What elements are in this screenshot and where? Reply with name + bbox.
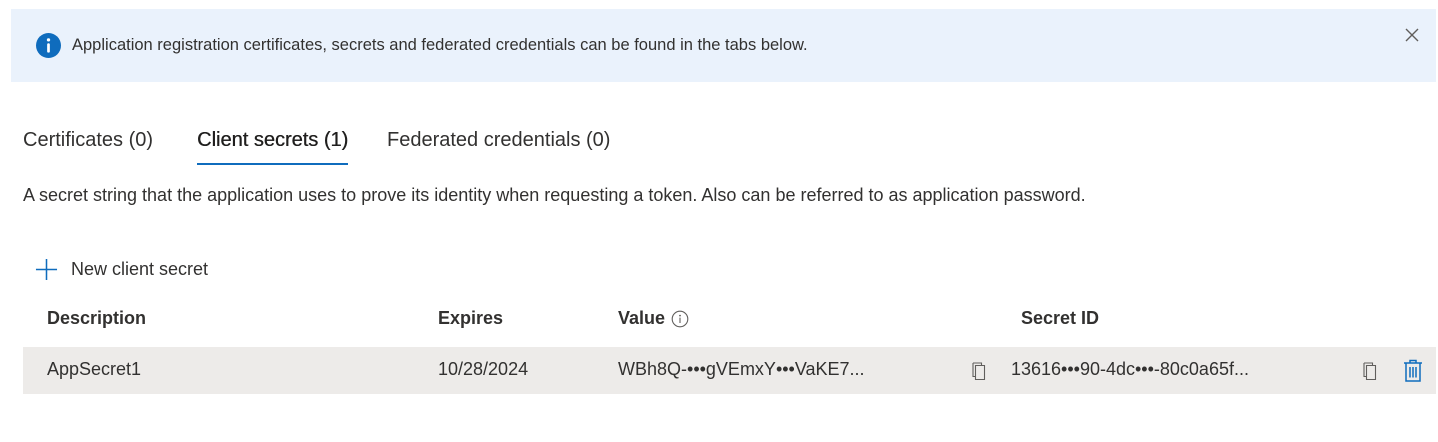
column-header-description-label: Description [47, 308, 147, 328]
column-header-expires-label: Expires [438, 308, 504, 328]
secret-id: 13616•••90-4dc•••-80c0a65f... [1011, 359, 1249, 379]
column-header-secret-id-label: Secret ID [1021, 308, 1100, 328]
new-client-secret-button[interactable]: New client secret [35, 255, 208, 283]
copy-value-icon[interactable] [970, 361, 988, 381]
close-icon[interactable] [1404, 27, 1420, 43]
tab-client-secrets[interactable]: Client secrets (1) [197, 126, 349, 166]
info-banner: Application registration certificates, s… [11, 9, 1436, 82]
info-circle-icon[interactable] [671, 310, 689, 328]
tab-certificates[interactable]: Certificates (0) [23, 126, 153, 166]
table-row[interactable]: AppSecret1 10/28/2024 WBh8Q-•••gVEmxY•••… [23, 347, 1436, 394]
info-icon [36, 33, 61, 58]
new-client-secret-label: New client secret [71, 258, 209, 279]
column-header-value-label: Value [618, 308, 666, 328]
section-description: A secret string that the application use… [23, 185, 1086, 205]
column-header-value: Value [618, 308, 689, 329]
column-header-description: Description [47, 308, 146, 329]
delete-icon[interactable] [1402, 358, 1424, 383]
column-header-secret-id: Secret ID [1021, 308, 1099, 329]
secret-expires: 10/28/2024 [438, 359, 529, 379]
secret-value: WBh8Q-•••gVEmxY•••VaKE7... [618, 359, 865, 379]
plus-icon [35, 258, 58, 280]
copy-secret-id-icon[interactable] [1361, 361, 1379, 381]
secret-description: AppSecret1 [47, 359, 142, 379]
column-header-expires: Expires [438, 308, 503, 329]
table-header: Description Expires Value Secret ID [23, 300, 1436, 342]
tab-federated-credentials[interactable]: Federated credentials (0) [387, 126, 610, 166]
client-secrets-table: Description Expires Value Secret ID AppS… [23, 300, 1436, 394]
banner-message: Application registration certificates, s… [72, 36, 808, 54]
